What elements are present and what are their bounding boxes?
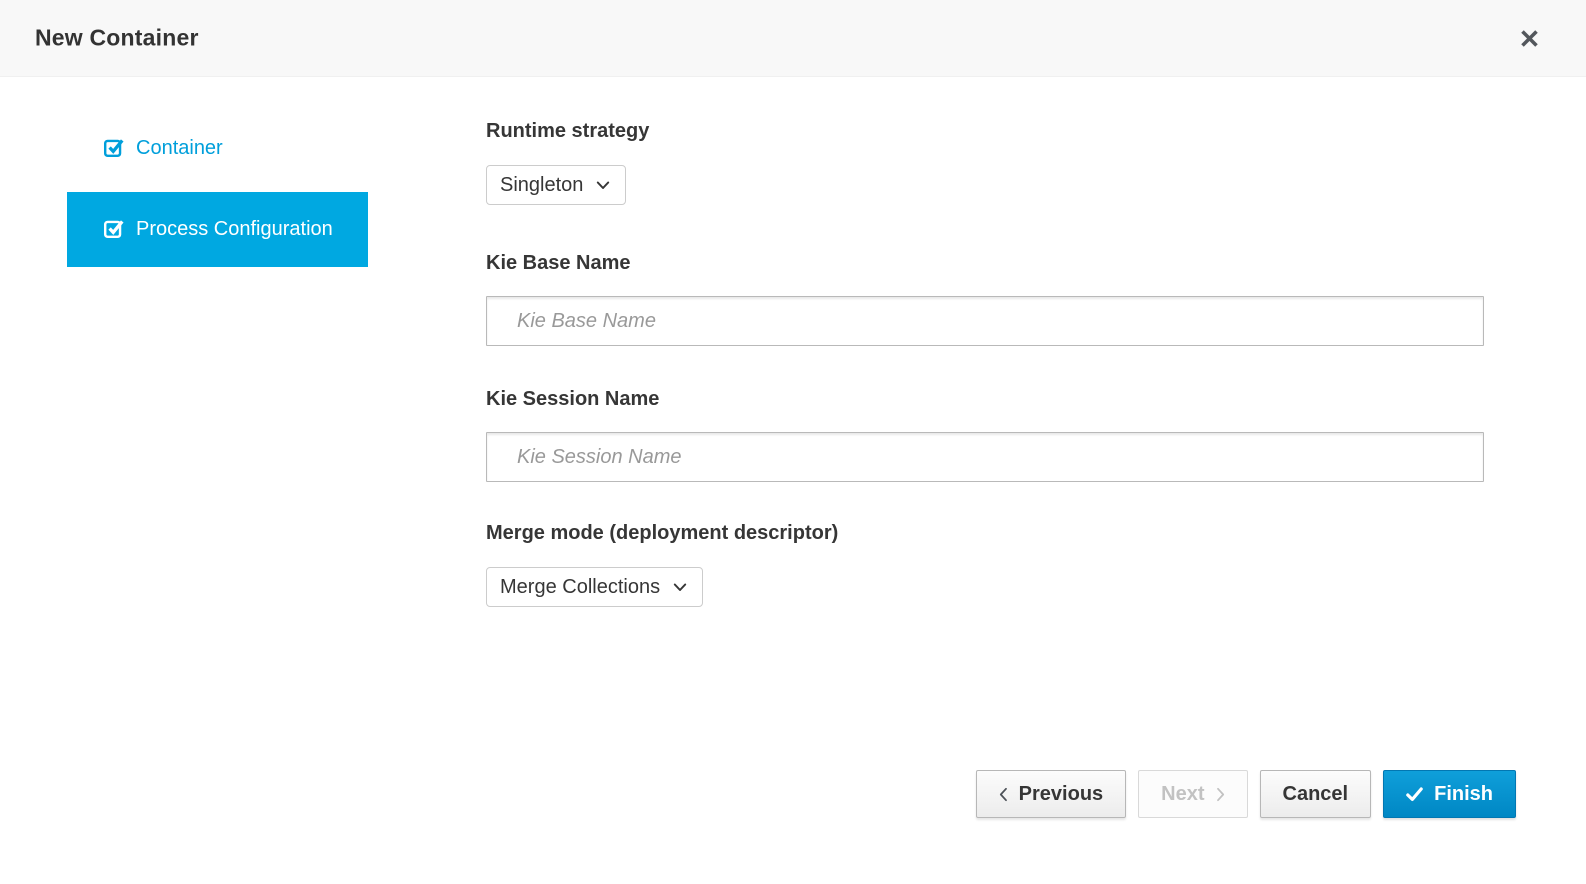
runtime-strategy-select[interactable]: Singleton (486, 165, 626, 205)
cancel-label: Cancel (1283, 783, 1349, 806)
merge-mode-value: Merge Collections (500, 576, 660, 599)
wizard-step-label: Process Configuration (136, 218, 333, 240)
chevron-left-icon (999, 787, 1008, 802)
chevron-down-icon (673, 583, 687, 592)
chevron-right-icon (1216, 787, 1225, 802)
page-title: New Container (35, 25, 199, 52)
wizard-step-process-configuration[interactable]: Process Configuration (67, 192, 368, 267)
previous-label: Previous (1019, 783, 1103, 806)
check-icon (1406, 787, 1423, 802)
runtime-strategy-label: Runtime strategy (486, 118, 1484, 145)
check-square-icon (103, 217, 125, 239)
merge-mode-label: Merge mode (deployment descriptor) (486, 520, 1484, 547)
wizard-footer: Previous Next Cancel Finish (976, 770, 1516, 818)
cancel-button[interactable]: Cancel (1260, 770, 1372, 818)
wizard-step-container[interactable]: Container (67, 128, 368, 168)
previous-button[interactable]: Previous (976, 770, 1126, 818)
next-label: Next (1161, 783, 1204, 806)
modal-header: New Container (0, 0, 1586, 77)
merge-mode-select[interactable]: Merge Collections (486, 567, 703, 607)
kie-base-name-label: Kie Base Name (486, 250, 1484, 277)
kie-session-name-label: Kie Session Name (486, 386, 1484, 413)
close-button[interactable] (1514, 23, 1544, 53)
new-container-modal: New Container Container Process Configur… (0, 0, 1586, 884)
wizard-step-label: Container (136, 137, 223, 159)
kie-session-name-input[interactable] (486, 432, 1484, 482)
wizard-steps: Container Process Configuration (67, 128, 368, 267)
finish-button[interactable]: Finish (1383, 770, 1516, 818)
process-configuration-form: Runtime strategy Singleton Kie Base Name… (486, 77, 1484, 607)
next-button[interactable]: Next (1138, 770, 1247, 818)
close-icon (1520, 29, 1539, 48)
check-square-icon (103, 136, 125, 158)
runtime-strategy-value: Singleton (500, 174, 583, 197)
chevron-down-icon (596, 181, 610, 190)
kie-base-name-input[interactable] (486, 296, 1484, 346)
finish-label: Finish (1434, 783, 1493, 806)
